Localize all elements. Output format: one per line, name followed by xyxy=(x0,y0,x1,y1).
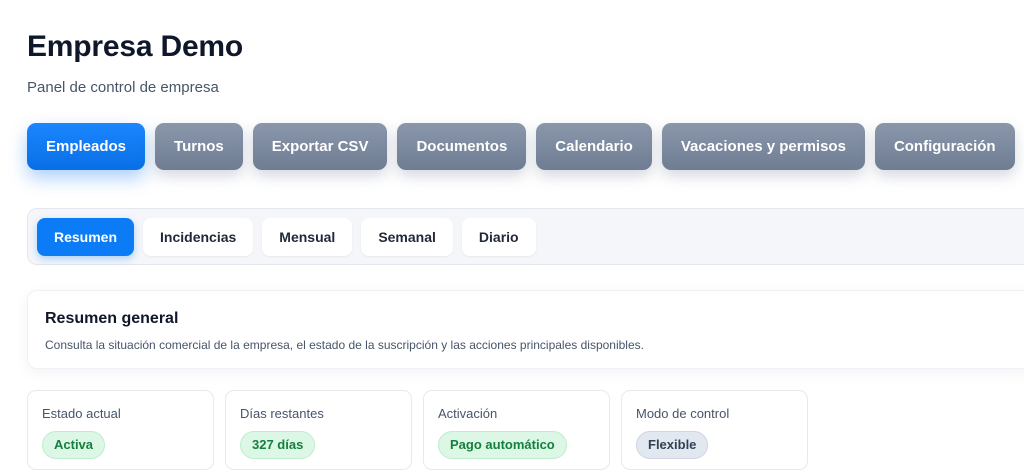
main-nav: Empleados Turnos Exportar CSV Documentos… xyxy=(27,123,1015,170)
stat-card-dias-restantes: Días restantes 327 días xyxy=(225,390,412,470)
subtab-resumen[interactable]: Resumen xyxy=(37,218,135,256)
stat-card-activacion: Activación Pago automático xyxy=(423,390,610,470)
control-mode-badge: Flexible xyxy=(636,431,709,459)
tab-documentos[interactable]: Documentos xyxy=(397,123,527,170)
stat-label: Estado actual xyxy=(42,406,121,421)
stat-card-estado: Estado actual Activa xyxy=(27,390,214,470)
tab-vacaciones-permisos[interactable]: Vacaciones y permisos xyxy=(661,123,865,170)
subtab-mensual[interactable]: Mensual xyxy=(262,218,353,256)
stat-label: Modo de control xyxy=(636,406,730,421)
days-remaining-badge: 327 días xyxy=(240,431,316,459)
page-subtitle: Panel de control de empresa xyxy=(27,79,219,96)
page-title: Empresa Demo xyxy=(27,30,244,63)
tab-turnos[interactable]: Turnos xyxy=(155,123,243,170)
summary-card: Resumen general Consulta la situación co… xyxy=(27,290,1024,369)
tab-calendario[interactable]: Calendario xyxy=(536,123,652,170)
stat-label: Activación xyxy=(438,406,498,421)
stat-label: Días restantes xyxy=(240,406,324,421)
activation-badge: Pago automático xyxy=(438,431,567,459)
summary-description: Consulta la situación comercial de la em… xyxy=(45,338,644,352)
sub-tab-bar: Resumen Incidencias Mensual Semanal Diar… xyxy=(27,208,1024,265)
subtab-diario[interactable]: Diario xyxy=(461,218,536,256)
sub-tabs: Resumen Incidencias Mensual Semanal Diar… xyxy=(37,218,536,256)
subtab-semanal[interactable]: Semanal xyxy=(361,218,453,256)
summary-title: Resumen general xyxy=(45,310,179,327)
subtab-incidencias[interactable]: Incidencias xyxy=(143,218,254,256)
stat-cards: Estado actual Activa Días restantes 327 … xyxy=(27,390,808,470)
tab-empleados[interactable]: Empleados xyxy=(27,123,146,170)
status-badge: Activa xyxy=(42,431,106,459)
tab-exportar-csv[interactable]: Exportar CSV xyxy=(252,123,388,170)
page: Empresa Demo Panel de control de empresa… xyxy=(0,0,1024,472)
stat-card-modo-control: Modo de control Flexible xyxy=(621,390,808,470)
tab-configuracion[interactable]: Configuración xyxy=(874,123,1015,170)
